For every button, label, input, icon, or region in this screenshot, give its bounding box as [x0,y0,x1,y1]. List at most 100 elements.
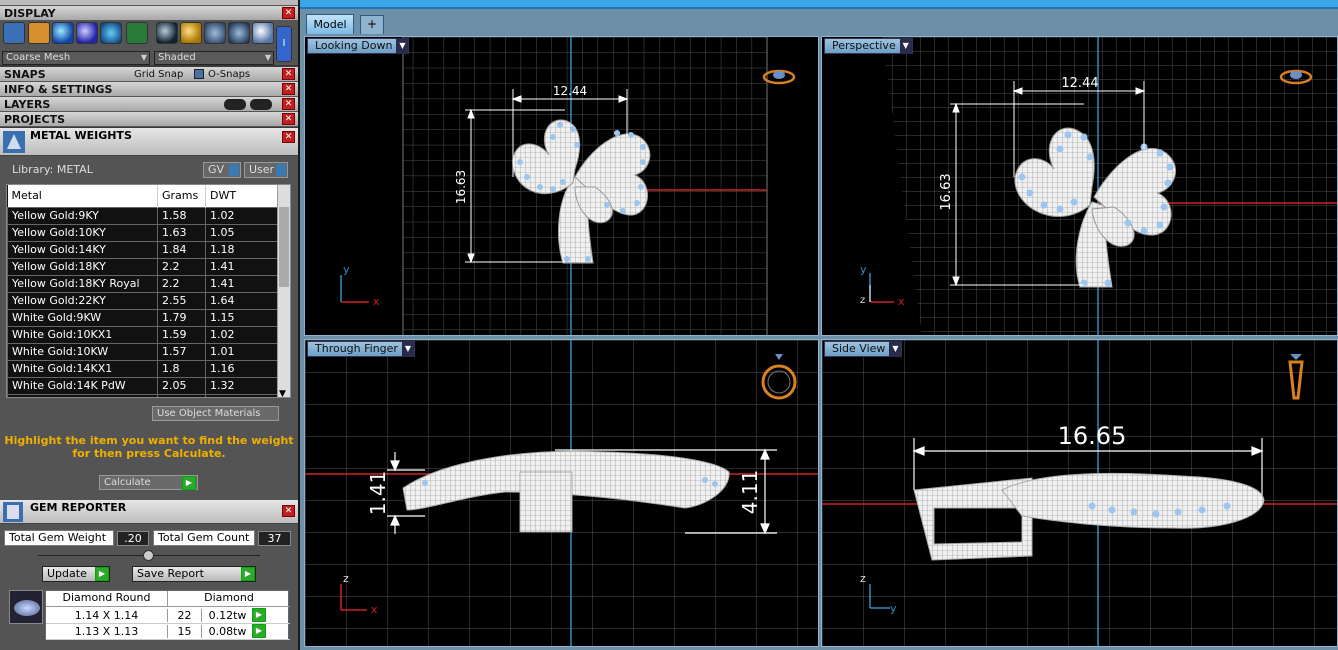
gem-reporter-title: GEM REPORTER [30,501,127,514]
close-icon[interactable]: ✕ [282,131,295,143]
table-row[interactable]: Yellow Gold:18KY 2.2 1.41 [7,257,279,276]
gem-weight: 0.08tw [202,625,254,638]
close-icon[interactable]: ✕ [282,83,295,95]
table-row[interactable]: White Gold:14KW1.721.09 [7,393,279,397]
update-button[interactable]: Update ▶ [42,566,110,582]
use-object-materials-button[interactable]: Use Object Materials [152,406,279,421]
viewport-looking-down[interactable]: 12.44 16.63 y x Looking Down ▼ [304,36,819,336]
gem-weight: 0.12tw [202,609,254,622]
play-icon[interactable]: ▶ [252,624,266,638]
light-sphere-icon[interactable] [252,22,274,44]
close-icon[interactable]: ✕ [282,98,295,110]
gem-row[interactable]: 1.14 X 1.14 22 0.12tw ▶ [46,608,290,624]
axis-gizmo: y x z [860,263,905,308]
tab-model[interactable]: Model [306,14,354,34]
hint-line: Highlight the item you want to find the … [4,434,294,447]
gem-table: Diamond Round Diamond 1.14 X 1.14 22 0.12t… [45,590,290,640]
table-row[interactable]: Yellow Gold:10KY 1.63 1.05 [7,223,279,242]
viewport-side-view[interactable]: 16.65 z y Side View ▼ [821,339,1338,647]
wire-sphere-icon[interactable] [204,22,226,44]
hint-line: for then press Calculate. [72,447,226,460]
viewport-menu-through-finger[interactable]: Through Finger ▼ [307,341,415,357]
layers-header[interactable]: LAYERS ✕ [0,97,298,112]
diamond-icon [14,600,40,616]
gem-row[interactable]: 1.13 X 1.13 15 0.08tw ▶ [46,624,290,640]
table-cell: White Gold:9KW [7,308,158,327]
calculate-button[interactable]: Calculate ▶ [99,475,198,490]
sphere-icon[interactable] [52,22,74,44]
shade-sphere-icon[interactable] [156,22,178,44]
total-gem-count-value: 37 [258,531,291,546]
axis-label: z [860,295,865,306]
viewport-canvas[interactable]: 1.41 4.11 z x [305,340,819,647]
gold-sphere-icon[interactable] [180,22,202,44]
osnap-checkbox[interactable] [194,69,204,79]
table-row[interactable]: White Gold:10KX1 1.59 1.02 [7,325,279,344]
splitter-handle[interactable] [143,550,154,561]
grid-snap-toggle[interactable]: Grid Snap [134,67,183,82]
gem-thumbnail[interactable] [9,590,43,624]
viewport-menu-looking-down[interactable]: Looking Down ▼ [307,38,410,54]
select-icon [229,164,239,176]
table-row[interactable]: Yellow Gold:22KY 2.55 1.64 [7,291,279,310]
viewport-canvas[interactable]: 12.44 16.63 y x [305,37,819,336]
projects-header[interactable]: PROJECTS ✕ [0,112,298,127]
table-row[interactable]: White Gold:14KX1 1.8 1.16 [7,359,279,378]
axis-label: y [860,263,867,276]
chevron-down-icon[interactable]: ▼ [279,389,286,397]
display-header[interactable]: DISPLAY ✕ [0,6,298,21]
label-text: Total Gem Weight [9,531,107,544]
viewport-menu-perspective[interactable]: Perspective ▼ [824,38,913,54]
dimension-label: 16.63 [939,173,954,210]
globe-icon[interactable] [100,22,122,44]
layer-light-icon[interactable] [224,99,246,110]
close-icon[interactable]: ✕ [282,7,295,19]
info-label: INFO & SETTINGS [4,83,113,96]
table-row[interactable]: Yellow Gold:14KY 1.84 1.18 [7,240,279,259]
render-sphere-icon[interactable] [76,22,98,44]
info-header[interactable]: INFO & SETTINGS ✕ [0,82,298,97]
eye-icon[interactable] [250,99,272,110]
pan-icon[interactable] [28,22,50,44]
viewport-through-finger[interactable]: 1.41 4.11 z x Through Finger ▼ [304,339,819,647]
table-cell: 1.63 [157,223,206,242]
table-row[interactable]: White Gold:10KW 1.57 1.01 [7,342,279,361]
shade-select[interactable]: Shaded ▼ [154,51,274,65]
total-gem-weight-label: Total Gem Weight [4,530,114,546]
viewport-canvas[interactable]: 12.44 16.63 y x z [822,37,1338,336]
viewport-menu-side-view[interactable]: Side View ▼ [824,341,903,357]
expand-icon[interactable]: I [276,26,292,62]
metal-weights-panel: METAL WEIGHTS ✕ Library: METAL GV User M… [0,128,298,500]
table-row[interactable]: Yellow Gold:9KY 1.58 1.02 [7,206,279,225]
column-header[interactable]: Grams [157,185,206,207]
snaps-header[interactable]: SNAPS Grid Snap O-Snaps ✕ [0,67,298,82]
viewport-perspective[interactable]: 12.44 16.63 y x z Perspective ▼ [821,36,1338,336]
table-cell: 1.01 [205,342,279,361]
mesh-select[interactable]: Coarse Mesh ▼ [2,51,150,65]
table-row[interactable]: Yellow Gold:18KY Royal 2.2 1.41 [7,274,279,293]
close-icon[interactable]: ✕ [282,68,295,80]
gv-library-button[interactable]: GV [203,162,241,178]
grid-view-icon[interactable] [3,22,25,44]
close-icon[interactable]: ✕ [282,113,295,125]
dimension-label: 4.11 [738,470,762,515]
viewport-canvas[interactable]: 16.65 z y [822,340,1338,647]
table-cell: White Gold:14KW [7,393,158,397]
save-report-button[interactable]: Save Report ▶ [132,566,256,582]
table-row[interactable]: White Gold:9KW 1.79 1.15 [7,308,279,327]
layers-label: LAYERS [4,98,51,111]
column-header[interactable]: Metal [7,185,158,207]
table-cell: 2.55 [157,291,206,310]
user-library-button[interactable]: User [244,162,288,178]
gem-count: 15 [168,625,202,638]
layout-icon[interactable] [126,22,148,44]
column-header[interactable]: DWT [205,185,279,207]
add-tab-button[interactable]: + [360,15,384,34]
close-icon[interactable]: ✕ [282,505,295,517]
play-icon[interactable]: ▶ [252,608,266,622]
scrollbar-thumb[interactable] [279,207,289,287]
table-row[interactable]: White Gold:14K PdW 2.05 1.32 [7,376,279,395]
osnaps-toggle[interactable]: O-Snaps [208,67,250,82]
scrollbar[interactable]: ▼ [277,185,290,397]
mesh-sphere-icon[interactable] [228,22,250,44]
